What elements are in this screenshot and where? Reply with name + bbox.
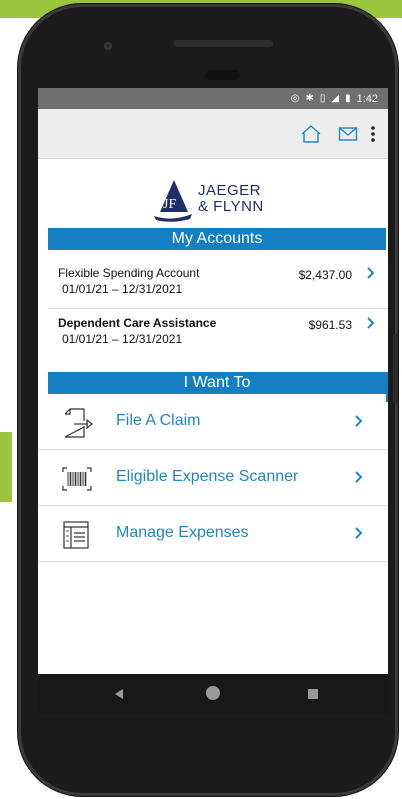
app-header <box>38 109 388 159</box>
battery-icon: ▮ <box>345 92 351 104</box>
front-camera <box>104 42 112 50</box>
my-accounts-title: My Accounts <box>171 230 263 247</box>
action-label: Manage Expenses <box>116 524 249 541</box>
action-label: Eligible Expense Scanner <box>116 468 299 485</box>
file-claim-icon <box>64 408 93 438</box>
barcode-scanner-icon <box>62 467 92 491</box>
mail-icon[interactable] <box>338 125 358 143</box>
more-vert-icon[interactable] <box>369 123 377 145</box>
chevron-right-icon[interactable] <box>366 316 376 330</box>
action-label: File A Claim <box>116 412 201 429</box>
phone-screen: ◎ ✱ ▯ ◢ ▮ 1:42 JF JAEGER & FLYNN My Acco… <box>38 88 388 714</box>
brand-name-line2: & FLYNN <box>198 198 264 215</box>
i-want-to-header: I Want To <box>48 372 388 402</box>
file-a-claim-row[interactable]: File A Claim <box>38 394 388 450</box>
brand-monogram: JF <box>163 197 176 212</box>
phone-frame: ◎ ✱ ▯ ◢ ▮ 1:42 JF JAEGER & FLYNN My Acco… <box>18 4 398 796</box>
chevron-right-icon[interactable] <box>366 266 376 280</box>
home-button-icon[interactable] <box>206 686 220 700</box>
i-want-to-title: I Want To <box>183 374 251 391</box>
expense-scanner-row[interactable]: Eligible Expense Scanner <box>38 450 388 506</box>
account-row-dependent-care[interactable]: Dependent Care Assistance 01/01/21 – 12/… <box>38 308 388 358</box>
brand-name-line1: JAEGER <box>198 182 262 199</box>
account-balance: $961.53 <box>308 318 352 332</box>
my-accounts-header: My Accounts <box>48 228 386 250</box>
home-icon[interactable] <box>300 123 322 145</box>
signal-icon: ◢ <box>331 92 340 104</box>
status-time: 1:42 <box>356 92 378 105</box>
chevron-right-icon <box>355 415 363 427</box>
manage-expenses-icon <box>63 521 89 549</box>
account-dates: 01/01/21 – 12/31/2021 <box>62 332 183 346</box>
phone-side-button <box>393 334 398 404</box>
background-accent-side <box>0 432 12 502</box>
account-dates: 01/01/21 – 12/31/2021 <box>62 282 183 296</box>
android-nav-bar <box>38 674 388 714</box>
recent-apps-icon[interactable] <box>308 689 318 699</box>
chevron-right-icon <box>355 471 363 483</box>
sail-logo-icon: JF <box>154 180 192 222</box>
manage-expenses-row[interactable]: Manage Expenses <box>38 506 388 562</box>
back-icon[interactable] <box>114 688 124 700</box>
status-bar: ◎ ✱ ▯ ◢ ▮ 1:42 <box>38 88 388 109</box>
bluetooth-icon: ✱ <box>305 92 314 104</box>
vibrate-icon: ▯ <box>319 92 326 104</box>
hotspot-icon: ◎ <box>290 92 300 104</box>
account-row-fsa[interactable]: Flexible Spending Account 01/01/21 – 12/… <box>38 258 388 308</box>
account-balance: $2,437.00 <box>298 268 352 282</box>
account-name: Flexible Spending Account <box>58 266 200 280</box>
proximity-sensor <box>206 70 240 80</box>
earpiece-speaker <box>173 40 273 47</box>
account-name: Dependent Care Assistance <box>58 316 217 330</box>
chevron-right-icon <box>355 527 363 539</box>
brand-logo: JF JAEGER & FLYNN <box>150 178 270 224</box>
